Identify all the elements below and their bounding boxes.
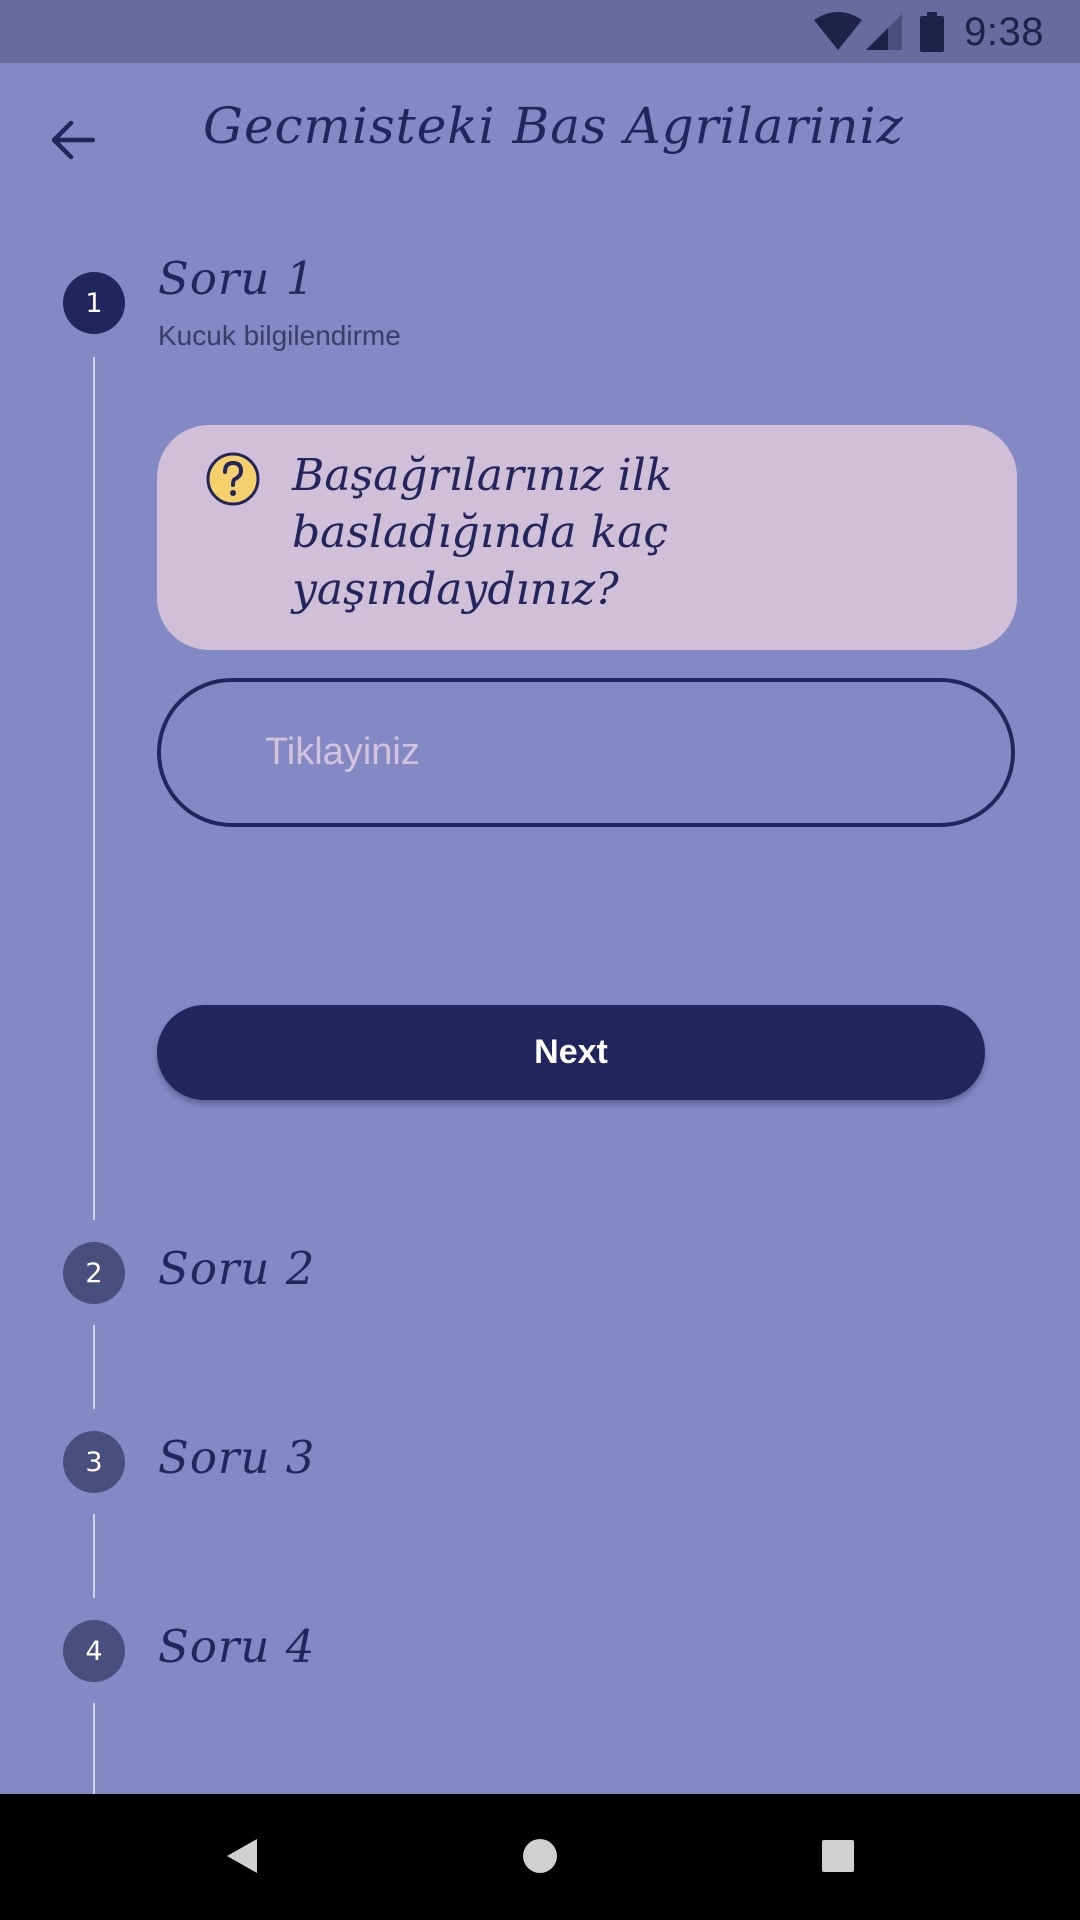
answer-input[interactable] [265,682,965,823]
status-icons: 9:38 [814,10,1044,54]
step-connector-line [93,1325,95,1409]
question-text: Başağrılarınız ilk basladığında kaç yaşı… [292,450,673,615]
status-time: 9:38 [964,9,1044,54]
question-card: Başağrılarınız ilk basladığında kaç yaşı… [157,425,1017,650]
step-1-title[interactable]: Soru 1 [158,252,315,305]
recents-square-icon [821,1839,855,1878]
app-bar: Gecmisteki Bas Agrilariniz [0,63,1080,203]
step-1-subtitle: Kucuk bilgilendirme [158,320,401,351]
navigation-bar [0,1794,1080,1920]
status-bar: 9:38 [0,0,1080,63]
step-3-indicator[interactable]: 3 [63,1431,125,1493]
page-title: Gecmisteki Bas Agrilariniz [203,97,904,155]
question-mark-icon [205,451,261,507]
step-4-indicator[interactable]: 4 [63,1620,125,1682]
back-triangle-icon [225,1837,259,1880]
step-connector-line [93,1514,95,1598]
step-2-title[interactable]: Soru 2 [158,1242,315,1295]
step-connector-line [93,1703,95,1794]
answer-field[interactable] [157,678,1015,827]
nav-recents-button[interactable] [810,1830,866,1886]
step-4-title[interactable]: Soru 4 [158,1620,315,1673]
step-2-indicator[interactable]: 2 [63,1242,125,1304]
cellular-signal-icon [866,12,903,52]
next-button[interactable]: Next [157,1005,985,1100]
back-button[interactable] [38,107,108,177]
nav-back-button[interactable] [214,1830,270,1886]
battery-icon [920,12,945,52]
step-connector-line [93,357,95,1220]
step-1-indicator[interactable]: 1 [63,272,125,334]
nav-home-button[interactable] [512,1830,568,1886]
arrow-back-icon [51,120,96,165]
wifi-icon [814,12,863,52]
step-3-title[interactable]: Soru 3 [158,1431,315,1484]
home-circle-icon [521,1837,559,1880]
